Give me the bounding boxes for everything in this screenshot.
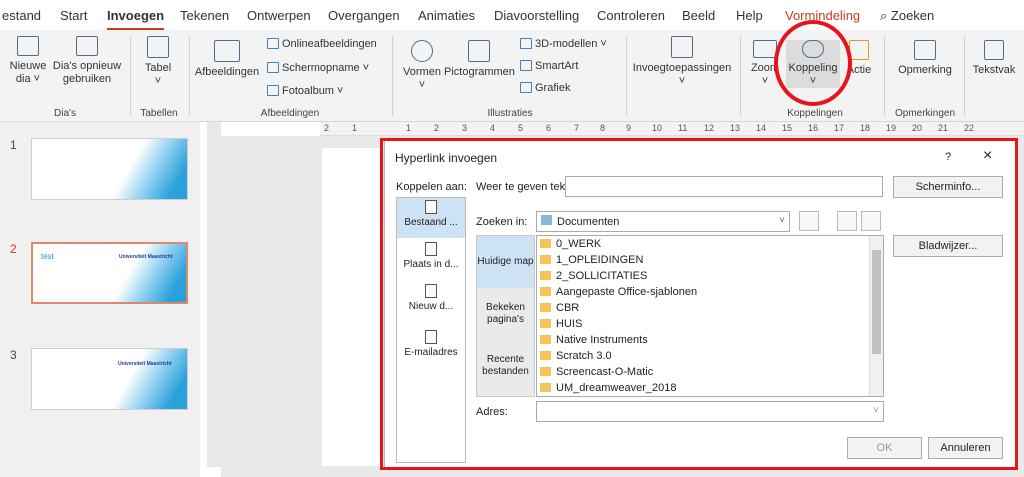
textbox-button[interactable]: Tekstvak [968, 40, 1020, 77]
group-separator [740, 36, 741, 116]
tab-bestand[interactable]: estand [2, 8, 41, 23]
addins-icon [671, 36, 693, 58]
photo-album-icon [267, 85, 279, 96]
slide-number: 3 [10, 348, 17, 362]
chart-button[interactable]: Grafiek [520, 82, 570, 94]
smartart-icon [520, 60, 532, 71]
highlight-circle [774, 20, 852, 106]
slide-thumbnail-1[interactable] [31, 138, 188, 200]
photo-album-button[interactable]: Fotoalbum ˅ [267, 85, 343, 97]
tab-ontwerpen[interactable]: Ontwerpen [247, 8, 311, 23]
table-button[interactable]: Tabel ˅ [138, 36, 178, 88]
search-icon: ⌕ [880, 8, 891, 23]
slide-number: 1 [10, 138, 17, 152]
icons-button[interactable]: Pictogrammen [444, 40, 515, 79]
smartart-button[interactable]: SmartArt [520, 60, 578, 72]
table-icon [147, 36, 169, 58]
group-label-illustrations: Illustraties [487, 108, 533, 119]
comment-icon [914, 40, 936, 60]
slide-thumbnail-2[interactable]: test Universiteit Maastricht [31, 242, 188, 304]
vertical-ruler [207, 122, 221, 467]
group-label-comments: Opmerkingen [894, 108, 956, 119]
tab-start[interactable]: Start [60, 8, 87, 23]
highlight-rectangle [380, 138, 1018, 470]
ribbon-tabs: estand Start Invoegen Tekenen Ontwerpen … [0, 0, 1024, 30]
comment-button[interactable]: Opmerking [892, 40, 958, 77]
zoom-icon [753, 40, 777, 58]
slide-number: 2 [10, 242, 17, 256]
tab-help[interactable]: Help [736, 8, 763, 23]
action-star-icon [849, 40, 869, 60]
tab-tekenen[interactable]: Tekenen [180, 8, 229, 23]
tab-controleren[interactable]: Controleren [597, 8, 665, 23]
group-label-slides: Dia's [54, 108, 76, 119]
slide-edit-area[interactable] [322, 148, 382, 466]
slide-thumbnail-pane: 1 2 test Universiteit Maastricht 3 Unive… [0, 122, 200, 477]
shapes-icon [411, 40, 433, 62]
group-separator [392, 36, 393, 116]
reuse-slides-button[interactable]: Dia's opnieuw gebruiken [52, 36, 122, 86]
tab-overgangen[interactable]: Overgangen [328, 8, 400, 23]
addins-button[interactable]: Invoegtoepassingen ˅ [632, 36, 732, 88]
group-label-images: Afbeeldingen [260, 108, 320, 119]
icons-icon [468, 40, 490, 62]
search-box[interactable]: ⌕ Zoeken [880, 8, 934, 24]
new-slide-icon [17, 36, 39, 56]
university-logo: Universiteit Maastricht [118, 361, 172, 367]
group-separator [964, 36, 965, 116]
group-separator [884, 36, 885, 116]
chart-icon [520, 82, 532, 93]
horizontal-ruler: 2 1 1 2 3 4 5 6 7 8 9 10 11 12 13 14 15 … [320, 122, 1024, 136]
new-slide-button[interactable]: Nieuwe dia ˅ [6, 36, 50, 86]
3d-model-icon [520, 38, 532, 49]
shapes-button[interactable]: Vormen ˅ [400, 40, 444, 92]
screenshot-button[interactable]: Schermopname ˅ [267, 62, 369, 74]
reuse-slides-icon [76, 36, 98, 56]
group-label-tables: Tabellen [140, 108, 178, 119]
group-label-links: Koppelingen [787, 108, 843, 119]
group-separator [189, 36, 190, 116]
online-images-button[interactable]: Onlineafbeeldingen [267, 38, 377, 50]
group-separator [130, 36, 131, 116]
slide-thumbnail-3[interactable]: Universiteit Maastricht [31, 348, 188, 410]
slide-title: test [41, 252, 54, 261]
tab-beeld[interactable]: Beeld [682, 8, 715, 23]
image-icon [214, 40, 240, 62]
tab-animaties[interactable]: Animaties [418, 8, 475, 23]
images-button[interactable]: Afbeeldingen [194, 40, 260, 79]
tab-invoegen[interactable]: Invoegen [107, 8, 165, 30]
screenshot-icon [267, 62, 279, 73]
online-image-icon [267, 38, 279, 49]
group-separator [626, 36, 627, 116]
3d-models-button[interactable]: 3D-modellen ˅ [520, 38, 607, 50]
tab-diavoorstelling[interactable]: Diavoorstelling [494, 8, 579, 23]
ribbon: Nieuwe dia ˅ Dia's opnieuw gebruiken Dia… [0, 30, 1024, 122]
textbox-icon [984, 40, 1004, 60]
university-logo: Universiteit Maastricht [119, 254, 173, 260]
